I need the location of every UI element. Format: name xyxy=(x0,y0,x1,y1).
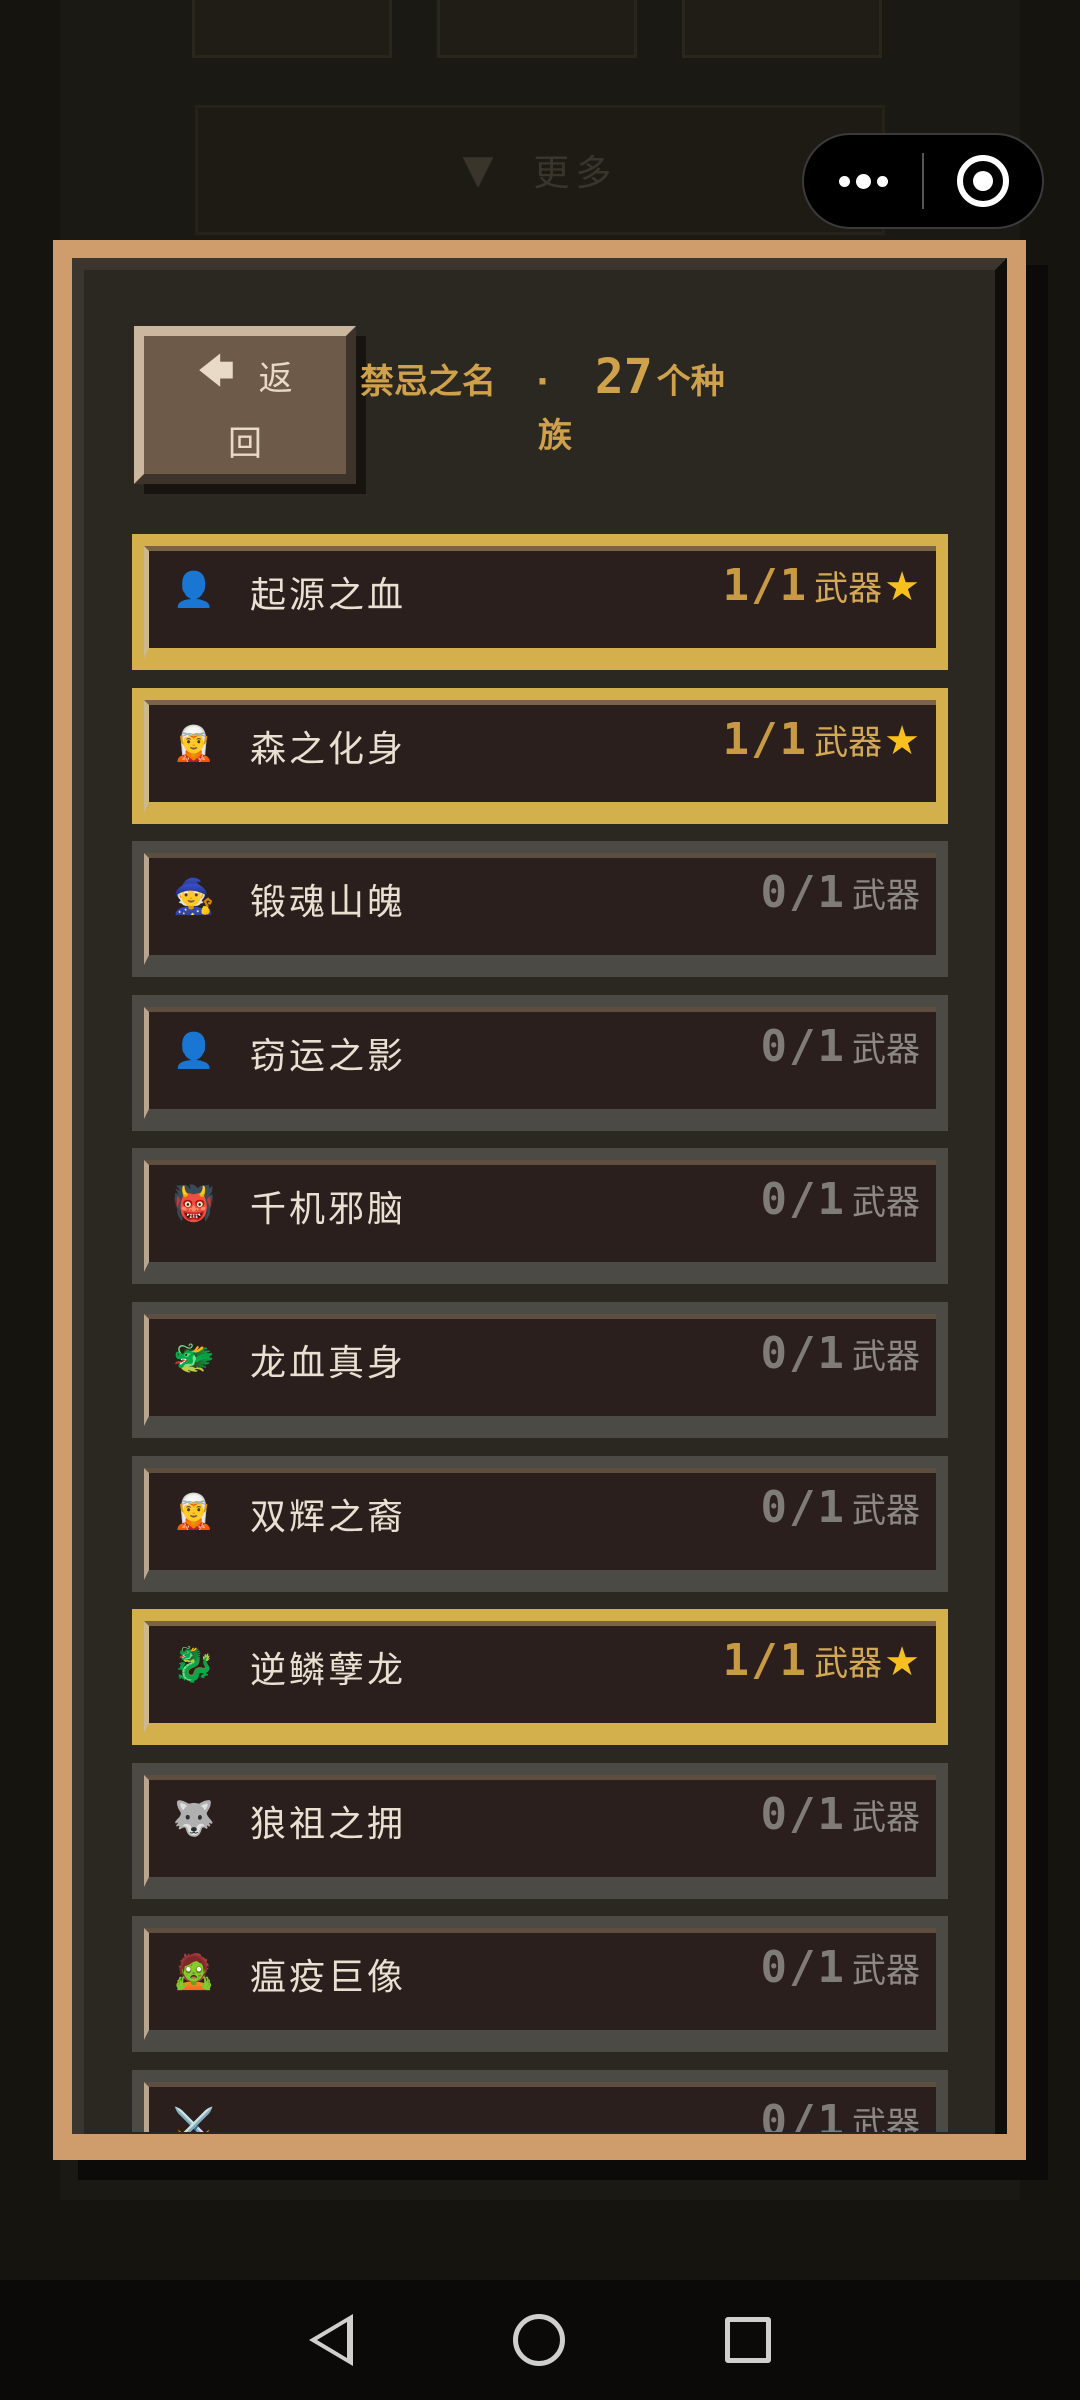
race-progress: 0/1 武器 xyxy=(761,867,920,918)
race-progress-unit: 武器 xyxy=(852,2105,920,2132)
race-row[interactable]: 👹 千机邪脑 0/1 武器 xyxy=(132,1148,948,1284)
race-progress-unit: 武器 xyxy=(852,1183,920,1223)
back-label-1: 返 xyxy=(258,359,293,399)
race-progress: 0/1 武器 xyxy=(761,1482,920,1533)
race-progress-unit: 武器 xyxy=(814,569,883,609)
race-progress-unit: 武器 xyxy=(814,1644,883,1684)
race-progress: 0/1 武器 xyxy=(761,1021,920,1072)
background-more-button: ▼ 更多 xyxy=(195,105,885,235)
elf-icon: 🧝 xyxy=(172,724,216,764)
race-row[interactable]: 🧟 瘟疫巨像 0/1 武器 xyxy=(132,1916,948,2052)
race-progress-unit: 武器 xyxy=(852,1951,920,1991)
race-progress-fraction: 0/1 xyxy=(760,1789,846,1840)
back-button[interactable]: 🡄 返 回 xyxy=(134,326,356,484)
race-progress-unit: 武器 xyxy=(852,1030,920,1070)
ogre-mask-icon: 👹 xyxy=(172,1184,216,1224)
background-tab xyxy=(437,0,637,58)
star-icon: ★ xyxy=(884,718,920,764)
race-progress: 1/1 武器 ★ xyxy=(723,714,920,765)
race-name: 狼祖之拥 xyxy=(250,1804,407,1845)
race-name: 起源之血 xyxy=(250,575,407,616)
funnel-icon: ▼ xyxy=(462,147,494,193)
more-dots-icon[interactable] xyxy=(804,135,922,227)
race-progress: 0/1 武器 xyxy=(761,1789,920,1840)
race-name: 瘟疫巨像 xyxy=(250,1957,407,1998)
race-name: 龙血真身 xyxy=(250,1343,407,1384)
race-name: 森之化身 xyxy=(250,729,407,770)
title-dot: · xyxy=(536,362,549,402)
star-icon: ★ xyxy=(884,564,920,610)
race-progress-fraction: 1/1 xyxy=(722,714,809,765)
title-suffix-1: 个种 xyxy=(656,362,725,402)
crossed-swords-icon: ⚔️ xyxy=(172,2106,216,2132)
title-suffix-2: 族 xyxy=(538,416,572,456)
miniprogram-capsule xyxy=(802,133,1044,229)
race-progress-fraction: 0/1 xyxy=(760,1174,846,1225)
star-icon: ★ xyxy=(884,1639,920,1685)
race-row[interactable]: 👤 窃运之影 0/1 武器 xyxy=(132,995,948,1131)
race-progress-fraction: 0/1 xyxy=(760,2096,846,2132)
race-progress-fraction: 0/1 xyxy=(760,1328,846,1379)
target-close-icon[interactable] xyxy=(924,155,1042,207)
dragon-face-icon: 🐲 xyxy=(172,1338,216,1378)
race-progress-fraction: 1/1 xyxy=(722,1635,809,1686)
race-progress-unit: 武器 xyxy=(814,723,883,763)
system-nav-bar xyxy=(0,2280,1080,2400)
race-row[interactable]: 🐉 逆鳞孽龙 1/1 武器 ★ xyxy=(132,1609,948,1745)
race-progress: 1/1 武器 ★ xyxy=(723,1635,920,1686)
race-progress-fraction: 0/1 xyxy=(760,1942,846,1993)
race-progress: 0/1 武器 xyxy=(761,1174,920,1225)
race-progress-unit: 武器 xyxy=(852,1491,920,1531)
wizard-icon: 🧙 xyxy=(172,877,216,917)
race-progress-unit: 武器 xyxy=(852,1337,920,1377)
race-progress-fraction: 0/1 xyxy=(760,867,846,918)
background-more-label: 更多 xyxy=(533,153,618,194)
race-row[interactable]: 🧝 森之化身 1/1 武器 ★ xyxy=(132,688,948,824)
race-row[interactable]: 🧙 锻魂山魄 0/1 武器 xyxy=(132,841,948,977)
triangle-back-icon[interactable] xyxy=(309,2314,353,2366)
race-name: 双辉之裔 xyxy=(250,1497,407,1538)
race-name: 千机邪脑 xyxy=(250,1189,407,1230)
elf-icon: 🧝 xyxy=(172,1492,216,1532)
circle-home-icon[interactable] xyxy=(513,2314,565,2366)
race-progress: 1/1 武器 ★ xyxy=(723,560,920,611)
background-tab xyxy=(192,0,392,58)
back-label-2: 回 xyxy=(228,424,262,464)
race-progress-fraction: 1/1 xyxy=(722,560,809,611)
wolf-icon: 🐺 xyxy=(172,1799,216,1839)
page-title: 禁忌之名 · 27 个种 族 xyxy=(360,350,780,463)
person-silhouette-icon: 👤 xyxy=(172,570,216,610)
race-row[interactable]: 🐲 龙血真身 0/1 武器 xyxy=(132,1302,948,1438)
race-progress: 0/1 武器 xyxy=(761,1942,920,1993)
race-name: 逆鳞孽龙 xyxy=(250,1650,407,1691)
dragon-icon: 🐉 xyxy=(172,1645,216,1685)
race-name: 窃运之影 xyxy=(250,1036,407,1077)
person-silhouette-icon: 👤 xyxy=(172,1031,216,1071)
race-name: 锻魂山魄 xyxy=(250,882,407,923)
background-tab xyxy=(682,0,882,58)
race-row[interactable]: 🧝 双辉之裔 0/1 武器 xyxy=(132,1456,948,1592)
left-arrow-icon: 🡄 xyxy=(197,351,235,392)
race-progress: 0/1 武器 xyxy=(761,1328,920,1379)
race-row[interactable]: ⚔️ 0/1 武器 xyxy=(132,2070,948,2132)
race-progress-unit: 武器 xyxy=(852,876,920,916)
race-progress-unit: 武器 xyxy=(852,1798,920,1838)
zombie-icon: 🧟 xyxy=(172,1952,216,1992)
title-name: 禁忌之名 xyxy=(360,362,496,402)
race-progress: 0/1 武器 xyxy=(761,2096,920,2132)
race-progress-fraction: 0/1 xyxy=(760,1482,846,1533)
race-row[interactable]: 🐺 狼祖之拥 0/1 武器 xyxy=(132,1763,948,1899)
race-row[interactable]: 👤 起源之血 1/1 武器 ★ xyxy=(132,534,948,670)
race-count: 27 xyxy=(594,349,653,405)
race-progress-fraction: 0/1 xyxy=(760,1021,846,1072)
square-recent-icon[interactable] xyxy=(725,2317,771,2363)
race-list: 👤 起源之血 1/1 武器 ★ 🧝 森之化身 1/1 武器 ★ 🧙 锻魂山魄 0/1 武器 👤 窃运之影 0/1… xyxy=(120,534,960,2132)
